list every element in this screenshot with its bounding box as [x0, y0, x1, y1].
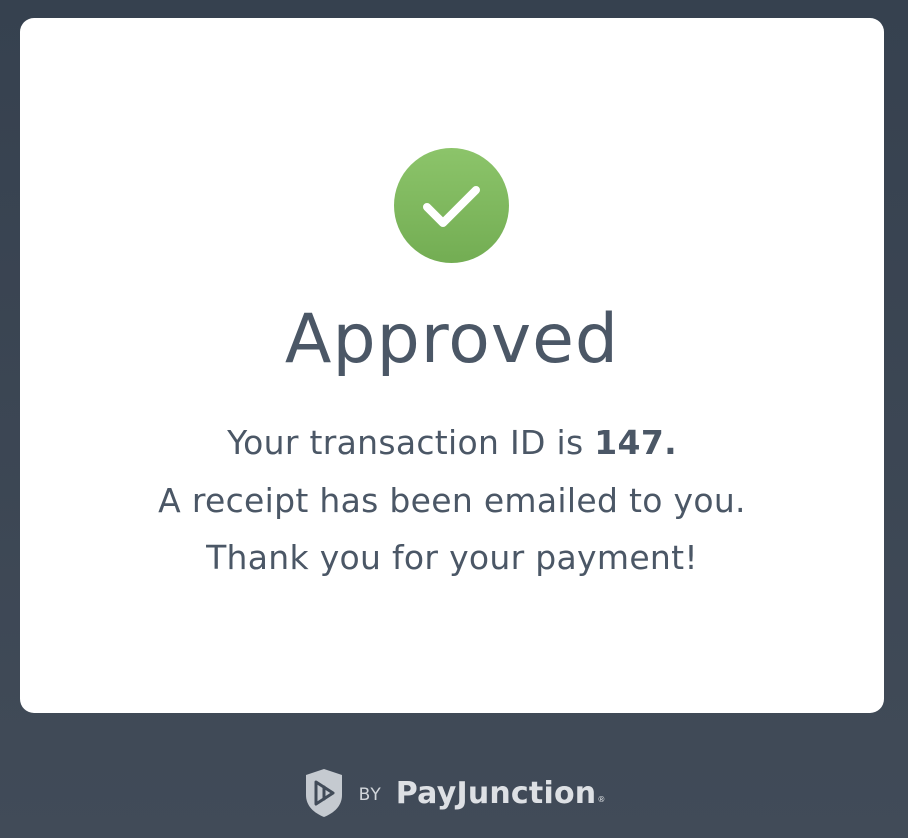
status-title: Approved	[284, 300, 620, 379]
registered-mark: ®	[597, 794, 606, 804]
check-icon	[423, 186, 480, 227]
success-check-icon	[394, 148, 509, 263]
approval-card: Approved Your transaction ID is 147. A r…	[20, 18, 884, 713]
payjunction-shield-icon	[305, 769, 342, 817]
powered-by-footer: BY PayJunction ®	[0, 768, 908, 818]
receipt-message: A receipt has been emailed to you.	[158, 481, 746, 520]
transaction-id-value: 147.	[594, 423, 677, 462]
brand-name: PayJunction	[395, 775, 597, 811]
transaction-id-label: Your transaction ID is	[227, 423, 595, 462]
by-label: BY	[358, 785, 382, 805]
transaction-id-line: Your transaction ID is 147.	[20, 423, 884, 463]
thank-you-message: Thank you for your payment!	[206, 538, 698, 577]
